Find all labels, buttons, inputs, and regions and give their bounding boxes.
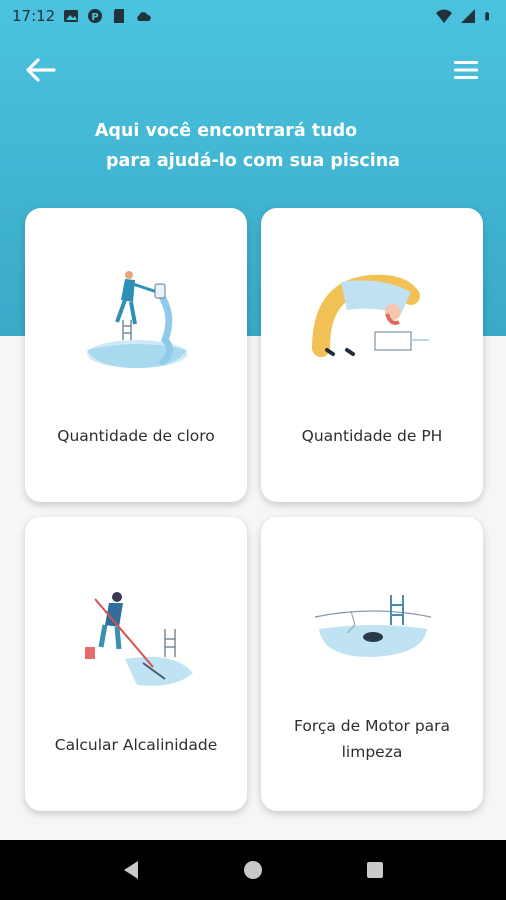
ph-test-illustration bbox=[312, 274, 429, 357]
card-label: Calcular Alcalinidade bbox=[54, 736, 218, 754]
pool-motor-illustration bbox=[314, 595, 432, 657]
card-label: Quantidade de PH bbox=[301, 427, 443, 445]
back-button[interactable] bbox=[24, 56, 58, 84]
card-label: Força de Motor para limpeza bbox=[271, 713, 473, 765]
signal-icon bbox=[461, 9, 475, 23]
nav-recents-button[interactable] bbox=[355, 850, 395, 890]
svg-text:P: P bbox=[92, 12, 99, 23]
cloud-icon bbox=[137, 12, 151, 21]
system-nav-bar bbox=[0, 840, 506, 900]
header-title: Aqui você encontrará tudo para ajudá-lo … bbox=[0, 116, 506, 176]
pool-chlorine-illustration bbox=[87, 271, 187, 368]
status-time: 17:12 bbox=[12, 7, 56, 25]
recents-square-icon bbox=[367, 862, 383, 878]
photo-icon bbox=[64, 10, 79, 22]
arrow-left-icon bbox=[26, 58, 56, 82]
circle-p-icon: P bbox=[88, 9, 103, 23]
header-title-line2: para ajudá-lo com sua piscina bbox=[106, 151, 400, 171]
card-label-line2: limpeza bbox=[341, 743, 403, 761]
status-bar: 17:12 P bbox=[0, 0, 506, 32]
battery-icon bbox=[485, 11, 489, 21]
card-chlorine[interactable]: Quantidade de cloro bbox=[25, 208, 247, 502]
card-alkalinity[interactable]: Calcular Alcalinidade bbox=[25, 517, 247, 811]
header-title-line1: Aqui você encontrará tudo bbox=[94, 121, 358, 141]
pool-cleaning-illustration bbox=[85, 592, 193, 686]
home-circle-icon bbox=[244, 861, 262, 879]
card-label: Quantidade de cloro bbox=[57, 427, 215, 445]
hamburger-menu-icon bbox=[454, 61, 478, 79]
nav-back-button[interactable] bbox=[111, 850, 151, 890]
wifi-icon bbox=[436, 9, 452, 23]
back-triangle-icon bbox=[124, 861, 138, 879]
menu-button[interactable] bbox=[452, 58, 482, 82]
sd-card-icon bbox=[114, 9, 125, 23]
card-label-line1: Força de Motor para bbox=[293, 717, 451, 735]
nav-home-button[interactable] bbox=[233, 850, 273, 890]
card-motor-force[interactable]: Força de Motor para limpeza bbox=[261, 517, 483, 811]
card-ph[interactable]: Quantidade de PH bbox=[261, 208, 483, 502]
